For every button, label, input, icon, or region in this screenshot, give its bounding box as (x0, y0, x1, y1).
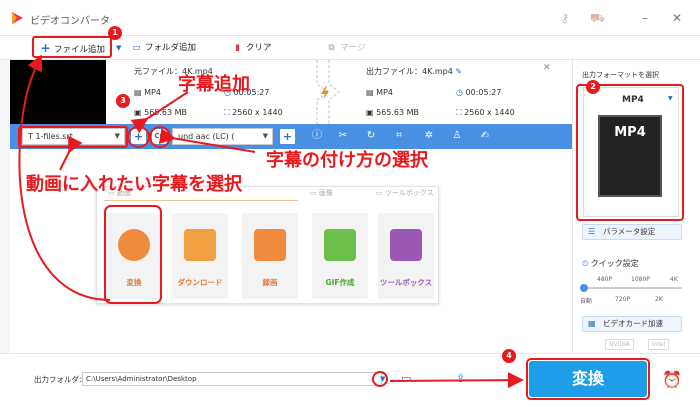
annotation-subtitle-add: 字幕追加 (178, 74, 250, 95)
arrow-add-subtitle (130, 91, 189, 134)
step-1-badge: 1 (108, 26, 122, 40)
arrow-to-convert (389, 372, 524, 389)
step-4-badge: 4 (502, 349, 516, 363)
annotation-arrows (18, 54, 524, 389)
annotation-subtitle-select: 動画に入れたい字幕を選択 (26, 174, 242, 195)
arrow-subtitle-select (59, 135, 83, 171)
app-window: ビデオコンバータ ⚷ ⛟ – ✕ + ファイル追加 ▼ ▭ フォルダ追加 ▮ クリア … (0, 0, 700, 407)
step-2-badge: 2 (586, 80, 600, 94)
step-3-badge: 3 (116, 94, 130, 108)
arrow-subtitle-mode (158, 128, 256, 153)
annotation-subtitle-method: 字幕の付け方の選択 (266, 150, 428, 171)
